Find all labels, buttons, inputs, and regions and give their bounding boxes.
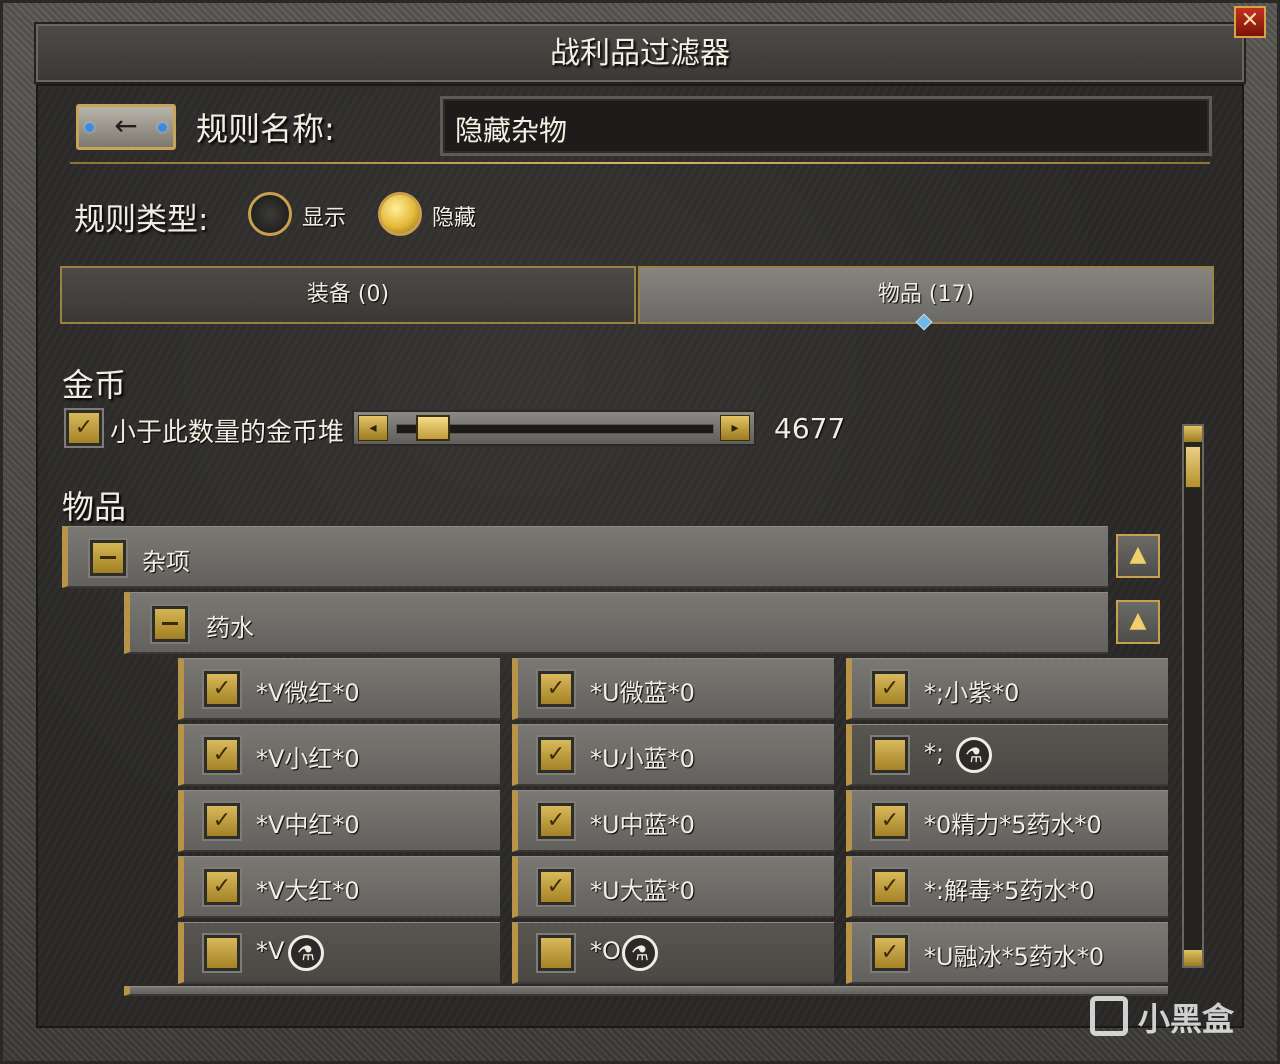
back-button[interactable]: ← <box>76 104 176 150</box>
item-label: *U中蓝*0 <box>590 811 695 839</box>
tab-items-label: 物品 (17) <box>877 282 975 307</box>
scroll-thumb[interactable] <box>1185 446 1201 488</box>
gold-section-title: 金币 <box>62 366 127 404</box>
close-button[interactable]: ✕ <box>1234 6 1266 38</box>
rule-name-label: 规则名称: <box>196 110 335 148</box>
arrow-left-icon: ← <box>114 109 138 142</box>
group-label-misc: 杂项 <box>142 548 190 576</box>
item-label: *U大蓝*0 <box>590 877 695 905</box>
divider <box>70 162 1210 164</box>
item-checkbox[interactable]: ✓ <box>872 869 908 905</box>
check-icon: ✓ <box>880 676 900 701</box>
check-icon: ✓ <box>212 742 232 767</box>
check-icon: ✓ <box>546 874 566 899</box>
collapse-up-button[interactable]: ▲ <box>1116 534 1160 578</box>
check-icon: ✓ <box>880 940 900 965</box>
check-icon: ✓ <box>880 874 900 899</box>
item-label: *U小蓝*0 <box>590 745 695 773</box>
potion-icon: ⚗ <box>956 737 992 773</box>
close-icon: ✕ <box>1240 8 1260 33</box>
item-label: *U微蓝*0 <box>590 679 695 707</box>
item-checkbox[interactable]: ✓ <box>204 803 240 839</box>
collapse-misc-button[interactable] <box>90 540 126 576</box>
slider-thumb[interactable] <box>416 415 450 441</box>
item-checkbox[interactable]: ✓ <box>538 803 574 839</box>
collapse-potions-button[interactable] <box>152 606 188 642</box>
check-icon: ✓ <box>546 676 566 701</box>
item-checkbox[interactable]: ✓ <box>872 803 908 839</box>
check-icon: ✓ <box>212 808 232 833</box>
item-checkbox[interactable]: ✓ <box>204 737 240 773</box>
triangle-up-icon: ▲ <box>1129 542 1147 567</box>
rule-type-label: 规则类型: <box>74 202 209 238</box>
gold-checkbox-label: 小于此数量的金币堆 <box>110 418 345 448</box>
tab-equipment-label: 装备 (0) <box>306 282 390 307</box>
grid-bottom-edge <box>124 986 1168 996</box>
item-label: *V大红*0 <box>256 877 360 905</box>
item-label: *O <box>590 937 621 965</box>
items-section-title: 物品 <box>62 488 127 526</box>
item-checkbox[interactable]: ✓ <box>204 671 240 707</box>
window-title: 战利品过滤器 <box>550 36 730 71</box>
item-label: *0精力*5药水*0 <box>924 811 1102 839</box>
item-label: *U融冰*5药水*0 <box>924 943 1105 971</box>
slider-decrease-icon[interactable]: ◂ <box>358 415 388 441</box>
check-icon: ✓ <box>546 808 566 833</box>
triangle-up-icon: ▲ <box>1129 608 1147 633</box>
check-icon: ✓ <box>212 676 232 701</box>
potion-icon: ⚗ <box>622 935 658 971</box>
watermark-text: 小黑盒 <box>1138 1000 1235 1038</box>
group-label-potions: 药水 <box>206 614 254 642</box>
tab-equipment[interactable]: 装备 (0) <box>60 266 636 324</box>
item-checkbox[interactable] <box>204 935 240 971</box>
item-label: *V微红*0 <box>256 679 360 707</box>
gold-slider[interactable]: ◂ ▸ <box>352 410 756 446</box>
item-label: *V小红*0 <box>256 745 360 773</box>
check-icon: ✓ <box>880 808 900 833</box>
gem-icon <box>85 123 94 132</box>
item-label: *; <box>924 739 945 767</box>
scrollbar[interactable] <box>1182 424 1204 968</box>
rule-name-input[interactable]: 隐藏杂物 <box>440 96 1212 156</box>
gold-value: 4677 <box>774 412 846 445</box>
scroll-up-icon[interactable] <box>1184 426 1202 442</box>
watermark-logo <box>1090 996 1128 1036</box>
item-label: *;小紫*0 <box>924 679 1020 707</box>
gem-icon <box>158 123 167 132</box>
radio-show-label: 显示 <box>302 206 347 231</box>
item-checkbox[interactable]: ✓ <box>538 869 574 905</box>
radio-hide[interactable] <box>378 192 422 236</box>
gold-checkbox[interactable]: ✓ <box>66 410 102 446</box>
item-label: *:解毒*5药水*0 <box>924 877 1095 905</box>
item-checkbox[interactable]: ✓ <box>872 935 908 971</box>
scroll-down-icon[interactable] <box>1184 950 1202 966</box>
item-checkbox[interactable] <box>538 935 574 971</box>
potion-icon: ⚗ <box>288 935 324 971</box>
radio-hide-label: 隐藏 <box>432 206 477 231</box>
item-checkbox[interactable]: ✓ <box>538 671 574 707</box>
item-checkbox[interactable]: ✓ <box>872 671 908 707</box>
check-icon: ✓ <box>74 415 94 440</box>
slider-increase-icon[interactable]: ▸ <box>720 415 750 441</box>
collapse-up-button[interactable]: ▲ <box>1116 600 1160 644</box>
item-checkbox[interactable]: ✓ <box>204 869 240 905</box>
check-icon: ✓ <box>546 742 566 767</box>
item-label: *V中红*0 <box>256 811 360 839</box>
radio-show[interactable] <box>248 192 292 236</box>
group-row-misc[interactable] <box>62 526 1108 588</box>
item-label: *V <box>256 937 285 965</box>
title-bar: 战利品过滤器 <box>34 22 1246 84</box>
item-checkbox[interactable] <box>872 737 908 773</box>
item-checkbox[interactable]: ✓ <box>538 737 574 773</box>
check-icon: ✓ <box>212 874 232 899</box>
group-row-potions[interactable] <box>124 592 1108 654</box>
